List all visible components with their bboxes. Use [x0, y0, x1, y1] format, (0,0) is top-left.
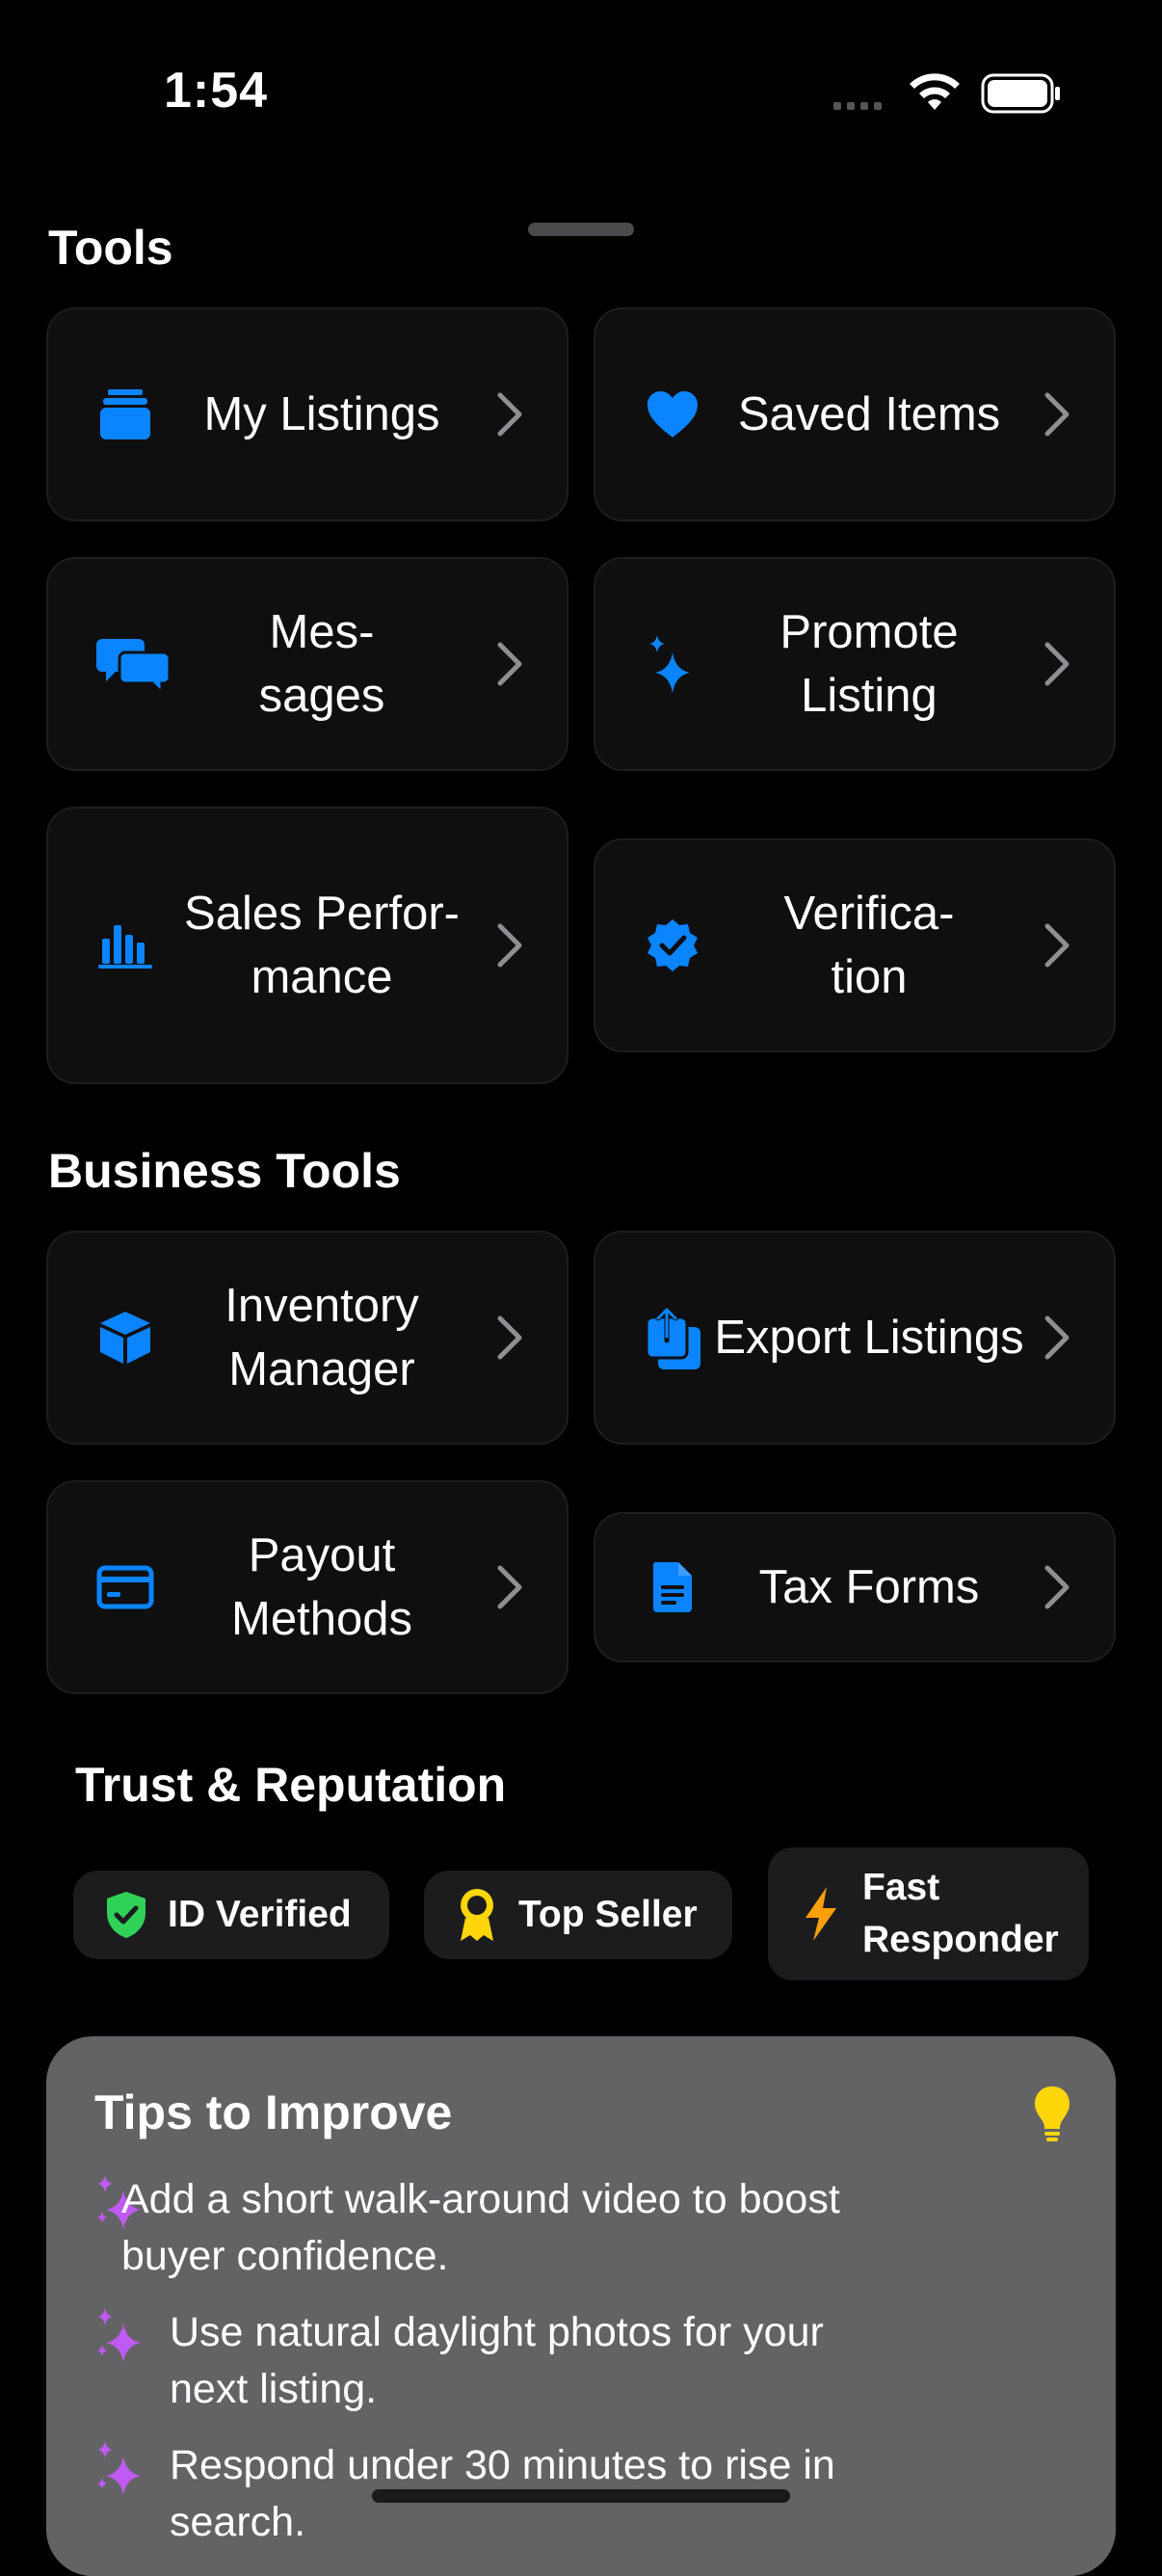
export-icon	[644, 1307, 701, 1369]
tips-title: Tips to Improve	[94, 2085, 453, 2139]
tool-tax-forms[interactable]: Tax Forms	[594, 1512, 1116, 1662]
badge-label: ID Verified	[168, 1894, 352, 1935]
chat-bubbles-icon	[96, 635, 170, 693]
tool-label: Export Listings	[714, 1312, 1024, 1364]
chevron-right-icon	[1044, 642, 1070, 686]
document-icon	[644, 1558, 701, 1616]
signal-dots-icon	[833, 102, 882, 110]
badge-label: Top Seller	[518, 1894, 698, 1935]
stack-icon	[96, 385, 154, 443]
badge-label: Fast Responder	[862, 1867, 1059, 1960]
chevron-right-icon	[497, 1565, 522, 1609]
tool-label: Saved Items	[737, 388, 1001, 440]
tool-verification[interactable]: Verifica- tion	[594, 838, 1116, 1052]
chevron-right-icon	[1044, 1315, 1070, 1360]
tool-messages[interactable]: Mes- sages	[46, 557, 568, 771]
tool-payout-methods[interactable]: Payout Methods	[46, 1480, 568, 1694]
rosette-icon	[453, 1888, 501, 1942]
credit-card-icon	[96, 1558, 154, 1616]
chevron-right-icon	[1044, 392, 1070, 437]
sparkles-icon	[97, 2308, 141, 2362]
lightbulb-icon	[1035, 2086, 1070, 2141]
tool-my-listings[interactable]: My Listings	[46, 307, 568, 521]
sparkles-icon	[644, 635, 701, 693]
chevron-right-icon	[1044, 923, 1070, 968]
tool-label: Sales Perfor- mance	[184, 888, 460, 1003]
section-title-trust: Trust & Reputation	[75, 1758, 507, 1812]
tool-label: Verifica- tion	[783, 888, 955, 1003]
shield-check-icon	[102, 1888, 150, 1942]
chevron-right-icon	[497, 923, 522, 968]
status-bar: 1:54	[0, 0, 1162, 183]
badge-fast-responder: Fast Responder	[768, 1847, 1089, 1980]
chevron-right-icon	[497, 392, 522, 437]
checkmark-seal-icon	[644, 916, 701, 974]
tool-label: Payout Methods	[231, 1529, 412, 1645]
tool-label: Tax Forms	[758, 1561, 980, 1613]
status-time: 1:54	[164, 63, 269, 119]
bolt-icon	[797, 1887, 845, 1941]
chevron-right-icon	[1044, 1565, 1070, 1609]
chevron-right-icon	[497, 1315, 522, 1360]
home-indicator[interactable]	[372, 2489, 790, 2503]
heart-icon	[644, 385, 701, 443]
badge-id-verified: ID Verified	[73, 1871, 389, 1959]
section-title-business-tools: Business Tools	[48, 1144, 401, 1198]
sparkles-icon	[97, 2441, 141, 2495]
tool-label: My Listings	[203, 388, 440, 440]
bar-chart-icon	[96, 916, 154, 974]
tool-promote-listing[interactable]: Promote Listing	[594, 557, 1116, 771]
tool-label: Promote Listing	[779, 606, 959, 722]
tool-label: Inventory Manager	[224, 1280, 419, 1395]
tool-sales-performance[interactable]: Sales Perfor- mance	[46, 807, 568, 1084]
tool-export-listings[interactable]: Export Listings	[594, 1231, 1116, 1445]
wifi-icon	[910, 73, 960, 110]
battery-icon	[981, 73, 1060, 114]
tip-text: Add a short walk-around video to boost b…	[121, 2176, 840, 2279]
tool-label: Mes- sages	[258, 606, 385, 722]
section-title-tools: Tools	[48, 221, 173, 275]
tool-inventory-manager[interactable]: Inventory Manager	[46, 1231, 568, 1445]
tip-text: Use natural daylight photos for your nex…	[170, 2309, 824, 2412]
sheet-grabber[interactable]	[528, 223, 634, 236]
badge-top-seller: Top Seller	[424, 1871, 732, 1959]
chevron-right-icon	[497, 642, 522, 686]
box-icon	[96, 1309, 154, 1367]
tool-saved-items[interactable]: Saved Items	[594, 307, 1116, 521]
